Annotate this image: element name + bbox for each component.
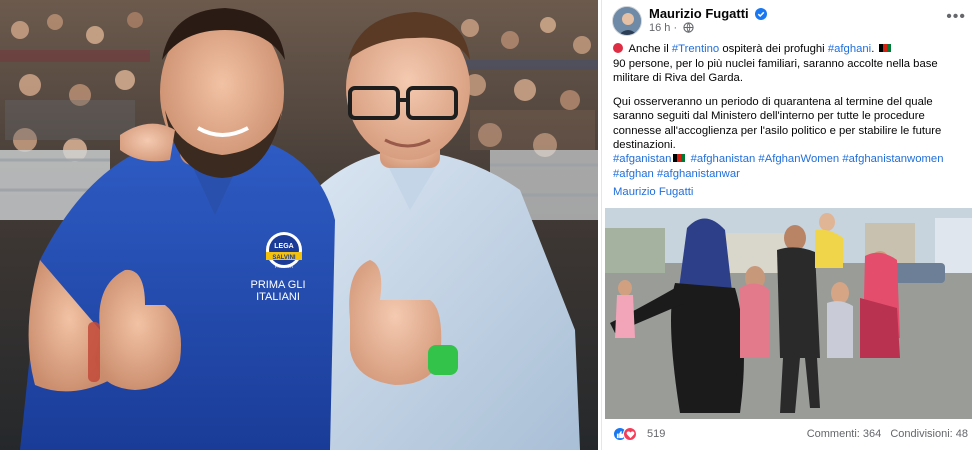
love-reaction-icon bbox=[623, 427, 637, 441]
afghan-flag-icon bbox=[879, 44, 892, 52]
reaction-count[interactable]: 519 bbox=[647, 428, 665, 440]
red-circle-icon bbox=[613, 43, 623, 53]
refugees-photo-illustration bbox=[605, 208, 972, 419]
author-name[interactable]: Maurizio Fugatti bbox=[649, 6, 749, 21]
post-time[interactable]: 16 h bbox=[649, 22, 670, 34]
shirt-logo-sub: PREMIER bbox=[275, 264, 293, 269]
shirt-text-2: ITALIANI bbox=[256, 291, 300, 303]
body-paragraph2: Qui osserveranno un periodo di quaranten… bbox=[613, 95, 942, 152]
body-line2: 90 persone, per lo più nuclei familiari,… bbox=[613, 57, 938, 85]
photo-illustration: LEGA SALVINI PREMIER PRIMA GLI ITALIANI bbox=[0, 0, 598, 450]
hashtag-trentino[interactable]: #Trentino bbox=[672, 43, 719, 55]
shirt-logo-mid: SALVINI bbox=[272, 255, 296, 261]
facebook-post: Maurizio Fugatti 16 h · ••• Anche il #Tr… bbox=[601, 0, 980, 450]
hashtag-afghanwomen[interactable]: #AfghanWomen bbox=[758, 153, 839, 165]
left-photo: LEGA SALVINI PREMIER PRIMA GLI ITALIANI bbox=[0, 0, 598, 450]
hashtag-afghanistanwomen[interactable]: #afghanistanwomen bbox=[842, 153, 943, 165]
author-avatar[interactable] bbox=[612, 6, 642, 36]
time-separator: · bbox=[673, 22, 678, 34]
post-body: Anche il #Trentino ospiterà dei profughi… bbox=[613, 42, 971, 162]
globe-icon bbox=[683, 22, 694, 36]
hashtag-afghanistanwar[interactable]: #afghanistanwar bbox=[657, 168, 740, 180]
hashtag-afghani[interactable]: #afghani bbox=[828, 43, 871, 55]
reactions[interactable] bbox=[613, 427, 637, 441]
comments-count[interactable]: Commenti: 364 bbox=[807, 428, 882, 440]
more-options-icon[interactable]: ••• bbox=[946, 8, 966, 26]
post-photo[interactable] bbox=[605, 208, 972, 419]
hashtag-afghan[interactable]: #afghan bbox=[613, 168, 654, 180]
hashtag-list: #afganistan #afghanistan #AfghanWomen #a… bbox=[613, 152, 971, 181]
afghan-flag-icon bbox=[673, 154, 686, 162]
shares-count[interactable]: Condivisioni: 48 bbox=[890, 428, 968, 440]
verified-badge-icon bbox=[755, 8, 768, 23]
post-footer: 519 Commenti: 364 Condivisioni: 48 bbox=[613, 425, 968, 443]
shirt-text-1: PRIMA GLI bbox=[250, 279, 305, 291]
shirt-logo-top: LEGA bbox=[274, 243, 293, 250]
body-line1-end: . bbox=[871, 43, 875, 55]
hashtag-afghanistan[interactable]: #afghanistan bbox=[691, 153, 756, 165]
body-line1-mid: ospiterà dei profughi bbox=[722, 43, 825, 55]
body-line1-prefix: Anche il bbox=[628, 43, 669, 55]
post-signature[interactable]: Maurizio Fugatti bbox=[613, 186, 693, 198]
hashtag-afganistan[interactable]: #afganistan bbox=[613, 153, 671, 165]
